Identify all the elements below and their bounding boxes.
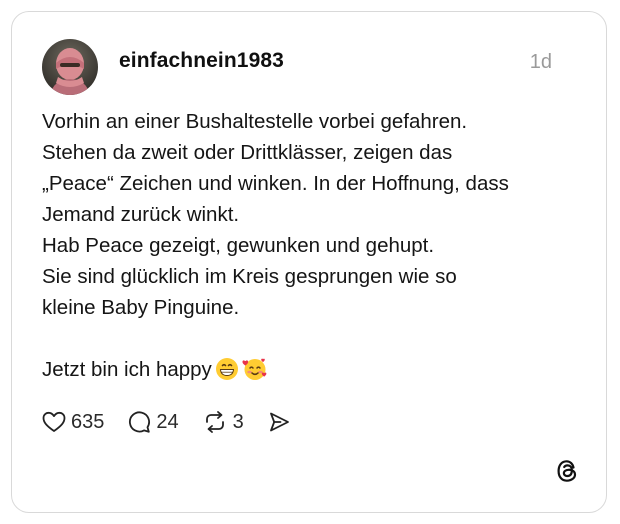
post-actions: 635 24 3: [42, 408, 314, 436]
speech-bubble-icon: [127, 410, 151, 434]
post-text-last-line: Jetzt bin ich happy: [42, 354, 587, 390]
post-time[interactable]: 1d: [530, 51, 552, 74]
smiling-face-with-hearts-emoji: [242, 357, 268, 390]
like-button[interactable]: 635: [42, 411, 104, 434]
post-text-line: Stehen da zweit oder Drittklässer, zeige…: [42, 141, 453, 164]
post-text-line: Vorhin an einer Bushaltestelle vorbei ge…: [42, 110, 468, 133]
post-text-line: kleine Baby Pinguine.: [42, 296, 240, 319]
post-text-line: Jetzt bin ich happy: [42, 358, 212, 381]
repost-count: 3: [232, 410, 244, 433]
post-text-line: Sie sind glücklich im Kreis gesprungen w…: [42, 265, 457, 288]
post-card: einfachnein1983 1d Vorhin an einer Busha…: [11, 11, 607, 513]
post-text-line: Hab Peace gezeigt, gewunken und gehupt.: [42, 234, 435, 257]
send-icon: [267, 410, 291, 434]
post-text: Vorhin an einer Bushaltestelle vorbei ge…: [42, 106, 587, 390]
reply-count: 24: [156, 410, 179, 433]
repost-icon: [202, 410, 228, 434]
username[interactable]: einfachnein1983: [119, 49, 284, 73]
like-count: 635: [71, 410, 105, 433]
repost-button[interactable]: 3: [202, 410, 244, 434]
threads-logo-icon[interactable]: [554, 458, 580, 484]
grinning-face-emoji: [215, 357, 239, 390]
reply-button[interactable]: 24: [127, 410, 179, 434]
post-text-line: „Peace“ Zeichen und winken. In der Hoffn…: [42, 172, 509, 195]
avatar[interactable]: [42, 39, 98, 95]
post-text-line: [42, 323, 587, 354]
post-text-line: Jemand zurück winkt.: [42, 203, 240, 226]
share-button[interactable]: [267, 410, 291, 434]
heart-icon: [42, 411, 66, 433]
